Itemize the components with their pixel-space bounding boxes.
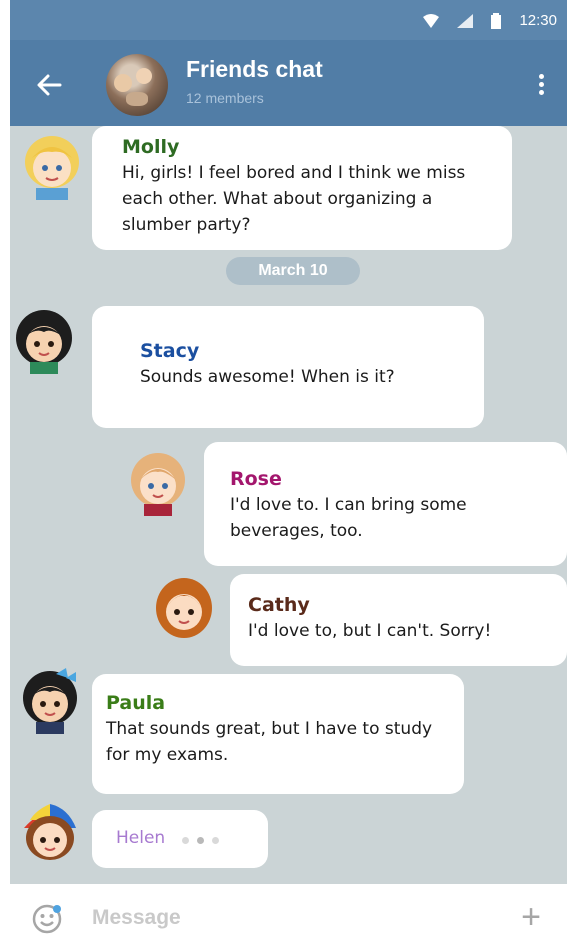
more-options-icon[interactable]	[539, 74, 545, 96]
sender-name: Cathy	[248, 594, 310, 616]
member-count: 12 members	[186, 90, 264, 106]
sender-name: Molly	[122, 136, 180, 158]
message-text: I'd love to, but I can't. Sorry!	[248, 621, 492, 641]
chat-header: Friends chat 12 members	[10, 40, 567, 126]
message-text: Sounds awesome! When is it?	[140, 367, 395, 387]
sender-name: Paula	[106, 692, 166, 714]
avatar-paula[interactable]	[16, 666, 84, 734]
message-bubble-cathy[interactable]: Cathy I'd love to, but I can't. Sorry!	[230, 574, 567, 666]
battery-icon	[491, 12, 502, 29]
message-list[interactable]: Molly Hi, girls! I feel bored and I thin…	[10, 126, 567, 884]
emoji-icon[interactable]	[32, 904, 62, 934]
message-input[interactable]: Message	[92, 906, 181, 930]
status-icons: 12:30	[423, 12, 557, 29]
sender-name: Stacy	[140, 340, 200, 362]
sender-name: Rose	[230, 468, 282, 490]
chat-title[interactable]: Friends chat	[186, 56, 323, 83]
attach-plus-icon[interactable]: +	[521, 900, 541, 934]
signal-icon	[457, 13, 474, 28]
message-bubble-rose[interactable]: Rose I'd love to. I can bring some bever…	[204, 442, 567, 566]
message-bubble-stacy[interactable]: Stacy Sounds awesome! When is it?	[92, 306, 484, 428]
avatar-rose[interactable]	[124, 448, 192, 516]
message-bubble-molly[interactable]: Molly Hi, girls! I feel bored and I thin…	[92, 126, 512, 250]
back-arrow-icon[interactable]	[34, 70, 64, 100]
group-avatar[interactable]	[106, 54, 168, 116]
avatar-stacy[interactable]	[10, 306, 78, 374]
message-bubble-paula[interactable]: Paula That sounds great, but I have to s…	[92, 674, 464, 794]
message-text: I'd love to. I can bring some beverages,…	[230, 495, 467, 541]
message-input-bar: Message +	[10, 884, 567, 952]
avatar-helen[interactable]	[16, 798, 84, 866]
avatar-molly[interactable]	[18, 132, 86, 200]
sender-name: Helen	[116, 828, 166, 848]
status-time: 12:30	[519, 12, 557, 29]
wifi-icon	[423, 13, 440, 28]
message-text: Hi, girls! I feel bored and I think we m…	[122, 163, 466, 235]
status-bar: 12:30	[10, 0, 567, 40]
message-bubble-helen[interactable]: Helen	[92, 810, 268, 868]
avatar-cathy[interactable]	[150, 574, 218, 642]
typing-indicator	[182, 829, 227, 848]
date-divider: March 10	[226, 257, 360, 285]
message-text: That sounds great, but I have to study f…	[106, 719, 433, 765]
